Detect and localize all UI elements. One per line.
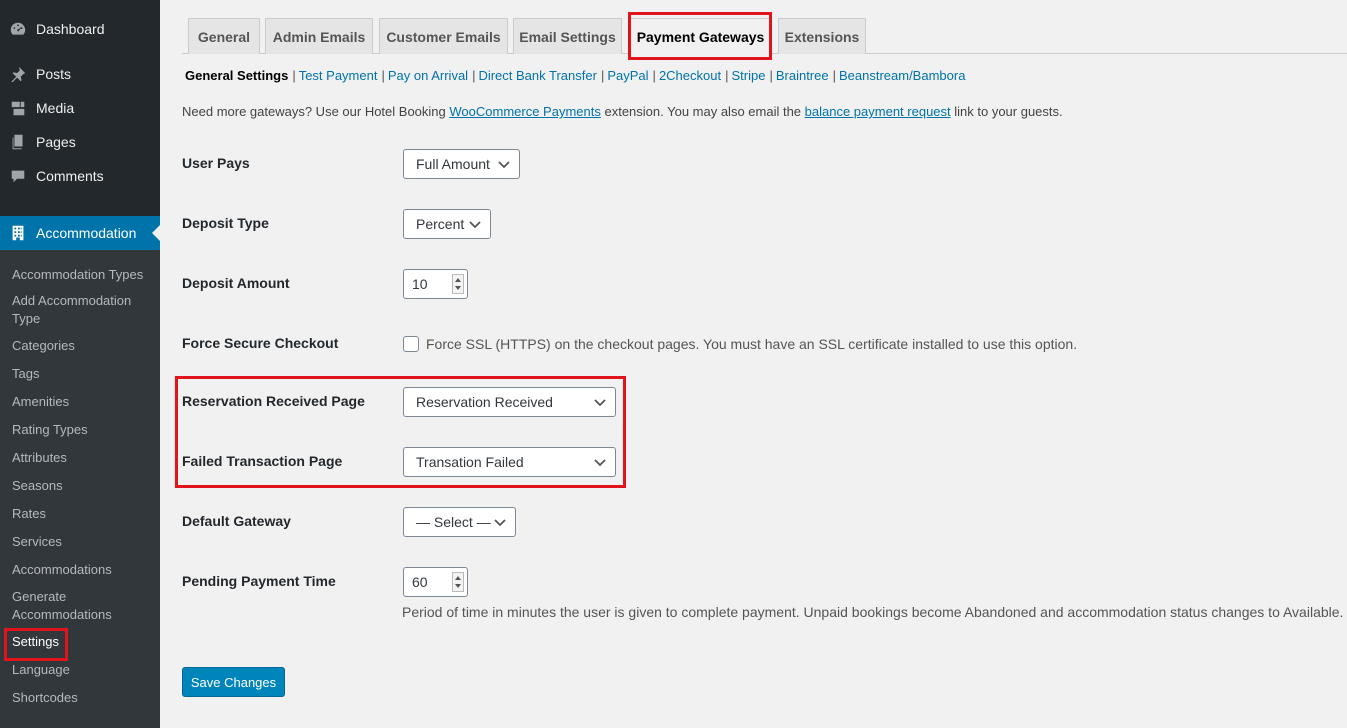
tab-email-settings[interactable]: Email Settings [513, 18, 622, 54]
intro-part3: link to your guests. [950, 104, 1063, 119]
tab-admin-emails[interactable]: Admin Emails [265, 18, 373, 54]
pin-icon [8, 64, 28, 84]
reservation-received-label: Reservation Received Page [182, 393, 365, 409]
accommodation-submenu: Accommodation Types Add Accommodation Ty… [0, 250, 160, 728]
media-icon [8, 98, 28, 118]
balance-payment-request-link[interactable]: balance payment request [805, 104, 951, 119]
comments-icon [8, 166, 28, 186]
reservation-received-value: Reservation Received [416, 394, 553, 410]
intro-part2: extension. You may also email the [600, 104, 805, 119]
submenu-rating-types[interactable]: Rating Types [0, 416, 160, 444]
submenu-categories[interactable]: Categories [0, 332, 160, 360]
failed-transaction-select[interactable]: Transation Failed [403, 447, 616, 477]
subnav-braintree[interactable]: Braintree [776, 68, 829, 83]
submenu-language[interactable]: Language [0, 656, 160, 684]
save-changes-button[interactable]: Save Changes [182, 667, 285, 697]
admin-sidebar: Dashboard Posts Media Pages Comments Acc… [0, 0, 160, 728]
subnav-direct-bank-transfer[interactable]: Direct Bank Transfer [478, 68, 597, 83]
submenu-attributes[interactable]: Attributes [0, 444, 160, 472]
pending-time-input[interactable]: 60 [403, 567, 468, 597]
force-ssl-text: Force SSL (HTTPS) on the checkout pages.… [426, 336, 1078, 352]
failed-transaction-label: Failed Transaction Page [182, 453, 343, 469]
intro-text: Need more gateways? Use our Hotel Bookin… [182, 104, 1063, 119]
submenu-generate-accommodations[interactable]: Generate Accommodations [0, 584, 160, 628]
chevron-down-icon [498, 161, 510, 169]
user-pays-label: User Pays [182, 155, 250, 171]
pending-time-value: 60 [412, 574, 428, 590]
woocommerce-payments-link[interactable]: WooCommerce Payments [449, 104, 600, 119]
subnav-beanstream[interactable]: Beanstream/Bambora [839, 68, 965, 83]
pending-time-description: Period of time in minutes the user is gi… [402, 604, 1344, 620]
menu-media[interactable]: Media [0, 91, 160, 125]
subnav-paypal[interactable]: PayPal [607, 68, 648, 83]
menu-label: Media [36, 100, 75, 116]
menu-label: Accommodation [36, 225, 137, 241]
failed-transaction-value: Transation Failed [416, 454, 524, 470]
user-pays-value: Full Amount [416, 156, 490, 172]
menu-label: Dashboard [36, 21, 105, 37]
submenu-add-accommodation-type[interactable]: Add Accommodation Type [0, 288, 160, 332]
subnav-2checkout[interactable]: 2Checkout [659, 68, 721, 83]
deposit-type-select[interactable]: Percent [403, 209, 491, 239]
deposit-type-label: Deposit Type [182, 215, 269, 231]
pending-time-label: Pending Payment Time [182, 573, 336, 589]
chevron-down-icon [494, 519, 506, 527]
chevron-down-icon [594, 459, 606, 467]
submenu-accommodation-types[interactable]: Accommodation Types [0, 262, 160, 288]
submenu-tags[interactable]: Tags [0, 360, 160, 388]
subnav-pay-on-arrival[interactable]: Pay on Arrival [388, 68, 468, 83]
menu-pages[interactable]: Pages [0, 125, 160, 159]
settings-tabs: General Admin Emails Customer Emails Ema… [182, 14, 1347, 55]
force-ssl-checkbox[interactable] [403, 336, 419, 352]
menu-comments[interactable]: Comments [0, 159, 160, 193]
tab-customer-emails[interactable]: Customer Emails [379, 18, 508, 54]
user-pays-select[interactable]: Full Amount [403, 149, 520, 179]
deposit-amount-value: 10 [412, 276, 428, 292]
menu-label: Pages [36, 134, 76, 150]
menu-label: Posts [36, 66, 72, 82]
default-gateway-select[interactable]: — Select — [403, 507, 516, 537]
dashboard-icon [8, 19, 28, 39]
default-gateway-label: Default Gateway [182, 513, 291, 529]
tab-general[interactable]: General [188, 18, 260, 54]
menu-label: Comments [36, 168, 104, 184]
intro-part1: Need more gateways? Use our Hotel Bookin… [182, 104, 450, 119]
force-secure-label: Force Secure Checkout [182, 335, 339, 351]
submenu-rates[interactable]: Rates [0, 500, 160, 528]
menu-accommodation[interactable]: Accommodation [0, 216, 160, 250]
reservation-received-select[interactable]: Reservation Received [403, 387, 616, 417]
tab-extensions[interactable]: Extensions [778, 18, 866, 54]
deposit-amount-input[interactable]: 10 [403, 269, 468, 299]
submenu-shortcodes[interactable]: Shortcodes [0, 684, 160, 712]
chevron-down-icon [594, 399, 606, 407]
deposit-type-value: Percent [416, 216, 465, 232]
subnav-current: General Settings [185, 68, 289, 83]
gateway-subnav: General Settings | Test Payment | Pay on Arr… [185, 68, 966, 83]
submenu-amenities[interactable]: Amenities [0, 388, 160, 416]
chevron-down-icon [469, 221, 481, 229]
number-spinner[interactable] [452, 572, 464, 592]
subnav-stripe[interactable]: Stripe [731, 68, 765, 83]
submenu-settings[interactable]: Settings [0, 628, 160, 656]
tab-payment-gateways[interactable]: Payment Gateways [630, 18, 771, 55]
pages-icon [8, 132, 28, 152]
building-icon [8, 223, 28, 243]
deposit-amount-label: Deposit Amount [182, 275, 290, 291]
submenu-accommodations[interactable]: Accommodations [0, 556, 160, 584]
submenu-seasons[interactable]: Seasons [0, 472, 160, 500]
default-gateway-value: — Select — [416, 514, 491, 530]
menu-posts[interactable]: Posts [0, 57, 160, 91]
submenu-services[interactable]: Services [0, 528, 160, 556]
subnav-test-payment[interactable]: Test Payment [299, 68, 378, 83]
menu-dashboard[interactable]: Dashboard [0, 12, 160, 46]
number-spinner[interactable] [452, 274, 464, 294]
